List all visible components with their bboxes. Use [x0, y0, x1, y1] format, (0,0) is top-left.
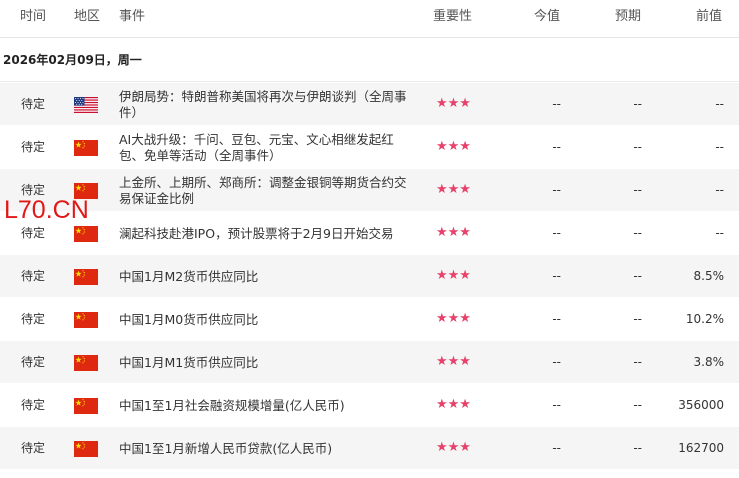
- header-importance: 重要性: [433, 9, 473, 24]
- event-title-text: 中国1至1月新增人民币贷款(亿人民币): [119, 440, 333, 456]
- event-time: 待定: [21, 140, 46, 154]
- previous-value: 356000: [678, 398, 724, 412]
- event-time: 待定: [21, 398, 46, 412]
- event-row[interactable]: 待定 中国1月M1货币供应同比 ★★★ -- -- 3.8%: [0, 341, 739, 384]
- actual-value: --: [552, 355, 561, 369]
- importance-stars-icon: ★★★: [436, 354, 471, 369]
- previous-value: --: [715, 140, 724, 154]
- cn-flag-icon: [74, 312, 98, 328]
- header-time: 时间: [20, 9, 47, 24]
- importance-stars-icon: ★★★: [436, 268, 471, 283]
- event-row[interactable]: 待定 AI大战升级：千问、豆包、元宝、文心相继发起红包、免单等活动（全周事件） ★★…: [0, 126, 739, 169]
- actual-value: --: [552, 441, 561, 455]
- event-row[interactable]: 待定 澜起科技赴港IPO，预计股票将于2月9日开始交易 ★★★ -- -- --: [0, 212, 739, 255]
- event-row[interactable]: 待定 中国1至1月新增人民币贷款(亿人民币) ★★★ -- -- 162700: [0, 427, 739, 470]
- importance-stars-icon: ★★★: [436, 139, 471, 154]
- cn-flag-icon: [74, 140, 98, 156]
- header-event: 事件: [119, 9, 146, 24]
- cn-flag-icon: [74, 355, 98, 371]
- actual-value: --: [552, 398, 561, 412]
- actual-value: --: [552, 140, 561, 154]
- cn-flag-icon: [74, 269, 98, 285]
- event-time: 待定: [21, 269, 46, 283]
- forecast-value: --: [633, 269, 642, 283]
- event-list: 待定 伊朗局势：特朗普称美国将再次与伊朗谈判（全周事件） ★★★ -- -- -- 待定 AI…: [0, 83, 739, 470]
- event-row[interactable]: 待定 中国1月M2货币供应同比 ★★★ -- -- 8.5%: [0, 255, 739, 298]
- actual-value: --: [552, 312, 561, 326]
- previous-value: --: [715, 97, 724, 111]
- importance-stars-icon: ★★★: [436, 397, 471, 412]
- event-title[interactable]: 中国1至1月社会融资规模增量(亿人民币): [119, 384, 409, 427]
- actual-value: --: [552, 97, 561, 111]
- importance-stars-icon: ★★★: [436, 182, 471, 197]
- event-title-text: 澜起科技赴港IPO，预计股票将于2月9日开始交易: [119, 225, 394, 241]
- event-time: 待定: [21, 97, 46, 111]
- event-title[interactable]: 中国1月M1货币供应同比: [119, 341, 409, 384]
- event-title-text: 上金所、上期所、郑商所：调整金银铜等期货合约交易保证金比例: [119, 174, 407, 206]
- event-row[interactable]: 待定 上金所、上期所、郑商所：调整金银铜等期货合约交易保证金比例 ★★★ -- -- --: [0, 169, 739, 212]
- date-group-label: 2026年02月09日，周一: [3, 53, 142, 67]
- event-title[interactable]: 上金所、上期所、郑商所：调整金银铜等期货合约交易保证金比例: [119, 169, 409, 212]
- event-title[interactable]: 伊朗局势：特朗普称美国将再次与伊朗谈判（全周事件）: [119, 83, 409, 126]
- forecast-value: --: [633, 312, 642, 326]
- previous-value: 10.2%: [685, 312, 724, 326]
- previous-value: --: [715, 226, 724, 240]
- previous-value: --: [715, 183, 724, 197]
- site-watermark: L70.CN: [4, 196, 89, 224]
- header-actual: 今值: [534, 9, 561, 24]
- event-time: 待定: [21, 312, 46, 326]
- cn-flag-icon: [74, 226, 98, 242]
- forecast-value: --: [633, 398, 642, 412]
- date-group-row: 2026年02月09日，周一: [0, 39, 739, 82]
- event-title-text: 伊朗局势：特朗普称美国将再次与伊朗谈判（全周事件）: [119, 88, 407, 120]
- event-title-text: 中国1月M2货币供应同比: [119, 268, 259, 284]
- previous-value: 3.8%: [693, 355, 725, 369]
- actual-value: --: [552, 183, 561, 197]
- event-title-text: 中国1月M1货币供应同比: [119, 354, 259, 370]
- table-header: 时间 地区 事件 重要性 今值 预期 前值: [0, 0, 739, 38]
- event-title[interactable]: AI大战升级：千问、豆包、元宝、文心相继发起红包、免单等活动（全周事件）: [119, 126, 409, 169]
- event-title[interactable]: 澜起科技赴港IPO，预计股票将于2月9日开始交易: [119, 212, 409, 255]
- event-time: 待定: [21, 441, 46, 455]
- event-title-text: 中国1至1月社会融资规模增量(亿人民币): [119, 397, 345, 413]
- forecast-value: --: [633, 183, 642, 197]
- event-title-text: 中国1月M0货币供应同比: [119, 311, 259, 327]
- cn-flag-icon: [74, 398, 98, 414]
- header-previous: 前值: [696, 9, 723, 24]
- forecast-value: --: [633, 441, 642, 455]
- event-title[interactable]: 中国1至1月新增人民币贷款(亿人民币): [119, 427, 409, 470]
- event-title[interactable]: 中国1月M0货币供应同比: [119, 298, 409, 341]
- event-row[interactable]: 待定 中国1至1月社会融资规模增量(亿人民币) ★★★ -- -- 356000: [0, 384, 739, 427]
- event-row[interactable]: 待定 伊朗局势：特朗普称美国将再次与伊朗谈判（全周事件） ★★★ -- -- --: [0, 83, 739, 126]
- previous-value: 8.5%: [693, 269, 725, 283]
- forecast-value: --: [633, 226, 642, 240]
- forecast-value: --: [633, 140, 642, 154]
- actual-value: --: [552, 226, 561, 240]
- importance-stars-icon: ★★★: [436, 440, 471, 455]
- importance-stars-icon: ★★★: [436, 311, 471, 326]
- forecast-value: --: [633, 355, 642, 369]
- importance-stars-icon: ★★★: [436, 225, 471, 240]
- us-flag-icon: [74, 97, 98, 113]
- cn-flag-icon: [74, 441, 98, 457]
- forecast-value: --: [633, 97, 642, 111]
- event-title-text: AI大战升级：千问、豆包、元宝、文心相继发起红包、免单等活动（全周事件）: [119, 131, 394, 163]
- importance-stars-icon: ★★★: [436, 96, 471, 111]
- actual-value: --: [552, 269, 561, 283]
- event-title[interactable]: 中国1月M2货币供应同比: [119, 255, 409, 298]
- header-forecast: 预期: [615, 9, 642, 24]
- header-region: 地区: [74, 9, 101, 24]
- event-row[interactable]: 待定 中国1月M0货币供应同比 ★★★ -- -- 10.2%: [0, 298, 739, 341]
- previous-value: 162700: [678, 441, 724, 455]
- event-time: 待定: [21, 355, 46, 369]
